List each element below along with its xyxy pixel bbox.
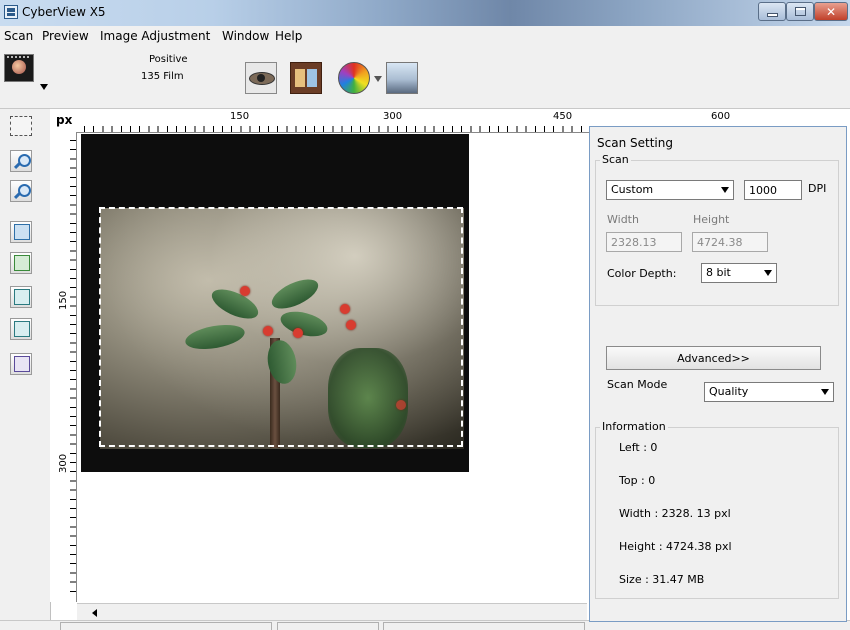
ruler-tick-v-300: 300 [58, 453, 69, 473]
rotate-left-glyph [14, 224, 30, 240]
ruler-tick-450: 450 [553, 111, 573, 122]
color-wheel-icon[interactable] [338, 62, 370, 94]
landscape-icon[interactable] [386, 62, 418, 94]
ruler-tick-150: 150 [230, 111, 250, 122]
color-dropdown-arrow[interactable] [374, 76, 382, 82]
color-depth-select[interactable]: 8 bit [701, 263, 777, 283]
rotate-right-icon[interactable] [10, 252, 32, 274]
chevron-down-icon [764, 270, 772, 276]
ruler-tick-v-150: 150 [58, 290, 69, 310]
info-top: Top : 0 [619, 474, 656, 487]
ruler-tick-300: 300 [383, 111, 403, 122]
app-icon [4, 5, 18, 19]
rotate-right-glyph [14, 255, 30, 271]
close-icon: ✕ [825, 4, 837, 19]
flip-horizontal-icon[interactable] [10, 286, 32, 308]
height-field-value: 4724.38 [697, 236, 743, 249]
film-format-label: 135 Film [141, 71, 184, 82]
minimize-icon [766, 12, 778, 17]
scan-mode-label: Scan Mode [607, 378, 668, 391]
menu-help[interactable]: Help [275, 29, 302, 43]
dpi-value: 1000 [749, 184, 777, 197]
preview-eye-icon[interactable] [245, 62, 277, 94]
film-type-icon[interactable] [4, 54, 34, 82]
height-field: 4724.38 [692, 232, 768, 252]
dpi-input[interactable]: 1000 [744, 180, 802, 200]
menu-scan[interactable]: Scan [4, 29, 33, 43]
chevron-down-icon [821, 389, 829, 395]
menu-image-adjustment[interactable]: Image Adjustment [100, 29, 210, 43]
horizontal-ruler-ticks [84, 126, 584, 132]
ruler-unit-label: px [56, 113, 73, 127]
info-height: Height : 4724.38 pxl [619, 540, 732, 553]
information-group-label: Information [600, 420, 668, 433]
flip-horizontal-glyph [14, 289, 30, 305]
menu-preview[interactable]: Preview [42, 29, 89, 43]
vertical-ruler-ticks [70, 140, 76, 600]
width-label: Width [607, 213, 639, 226]
menu-window[interactable]: Window [222, 29, 269, 43]
scan-group-label: Scan [600, 153, 631, 166]
title-bar: CyberView X5 ✕ [0, 0, 850, 26]
scan-setting-panel: 600 Scan Setting Scan Custom 1000 DPI Wi… [589, 111, 847, 622]
info-left: Left : 0 [619, 441, 658, 454]
flip-vertical-glyph [14, 321, 30, 337]
film-type-dropdown-arrow[interactable] [40, 84, 48, 90]
scroll-left-icon[interactable] [92, 609, 97, 617]
width-field: 2328.13 [606, 232, 682, 252]
scan-mode-value: Quality [709, 385, 749, 398]
info-width: Width : 2328. 13 pxl [619, 507, 731, 520]
reset-glyph [14, 356, 30, 372]
flip-vertical-icon[interactable] [10, 318, 32, 340]
toolbar: Positive 135 Film [0, 46, 850, 109]
zoom-in-icon[interactable] [10, 150, 32, 172]
resolution-preset-select[interactable]: Custom [606, 180, 734, 200]
rotate-left-icon[interactable] [10, 221, 32, 243]
chevron-down-icon [721, 187, 729, 193]
resolution-preset-value: Custom [611, 183, 654, 196]
horizontal-scrollbar[interactable] [77, 603, 587, 621]
dpi-unit-label: DPI [808, 182, 827, 195]
ruler-tick-600: 600 [711, 111, 731, 122]
select-area-icon[interactable] [10, 116, 32, 136]
filmstrip-icon[interactable] [290, 62, 322, 94]
color-depth-value: 8 bit [706, 266, 731, 279]
advanced-button[interactable]: Advanced>> [606, 346, 821, 370]
maximize-icon [794, 7, 806, 16]
info-size: Size : 31.47 MB [619, 573, 705, 586]
minimize-button[interactable] [758, 2, 786, 21]
window-title: CyberView X5 [22, 5, 106, 19]
height-label: Height [693, 213, 730, 226]
maximize-button[interactable] [786, 2, 814, 21]
reset-icon[interactable] [10, 353, 32, 375]
color-depth-label: Color Depth: [607, 267, 677, 280]
crop-selection[interactable] [99, 207, 463, 447]
scan-mode-select[interactable]: Quality [704, 382, 834, 402]
menu-bar: Scan Preview Image Adjustment Window Hel… [0, 26, 850, 47]
close-button[interactable]: ✕ [814, 2, 848, 21]
panel-title: Scan Setting [597, 136, 673, 150]
zoom-out-icon[interactable] [10, 180, 32, 202]
film-mode-label: Positive [149, 54, 188, 65]
width-field-value: 2328.13 [611, 236, 657, 249]
